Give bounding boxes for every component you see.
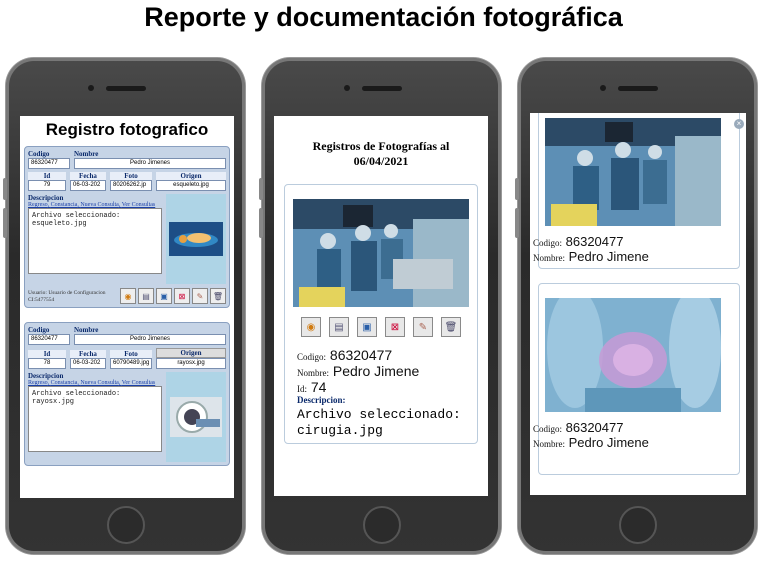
id-value: 74 bbox=[310, 379, 327, 395]
image-icon[interactable]: ▣ bbox=[357, 317, 377, 337]
edit-icon[interactable]: ✎ bbox=[413, 317, 433, 337]
skeleton-thumbnail bbox=[166, 194, 226, 284]
nombre-label: Nombre bbox=[74, 150, 99, 158]
image-icon[interactable]: ▣ bbox=[156, 288, 172, 304]
codigo-label: Codigo: bbox=[297, 352, 327, 362]
fecha-label: Fecha bbox=[70, 172, 106, 180]
nombre-label: Nombre: bbox=[533, 253, 565, 263]
codigo-label: Codigo: bbox=[533, 424, 563, 434]
registro-title: Registro fotografico bbox=[45, 120, 209, 139]
origen-label: Origen bbox=[156, 348, 226, 358]
print-icon[interactable]: ▤ bbox=[138, 288, 154, 304]
id-field[interactable]: 78 bbox=[28, 358, 66, 369]
codigo-label: Codigo bbox=[28, 326, 50, 334]
foto-label: Foto bbox=[110, 350, 152, 358]
id-label: Id bbox=[28, 350, 66, 358]
nombre-value: Pedro Jimene bbox=[568, 249, 649, 264]
page-title: Reporte y documentación fotográfica bbox=[144, 2, 623, 32]
home-button[interactable] bbox=[362, 506, 401, 544]
nombre-field[interactable]: Pedro Jimenes bbox=[74, 334, 226, 345]
phone-middle-screen: Registros de Fotografías al 06/04/2021 ◉… bbox=[274, 116, 488, 496]
codigo-value: 86320477 bbox=[565, 234, 624, 249]
home-button[interactable] bbox=[618, 506, 657, 544]
origen-field[interactable]: rayosx.jpg bbox=[156, 358, 226, 369]
nombre-value: Pedro Jimene bbox=[332, 363, 420, 379]
surgery-photo bbox=[293, 199, 469, 307]
id-label: Id bbox=[28, 172, 66, 180]
regreso-link[interactable]: Regreso bbox=[28, 202, 48, 208]
nueva-consulta-link[interactable]: Nueva Consulta bbox=[80, 380, 119, 386]
fecha-field[interactable]: 06-03-202 bbox=[70, 180, 106, 191]
delete-image-icon[interactable]: ⊠ bbox=[385, 317, 405, 337]
speaker bbox=[361, 86, 402, 91]
print-icon[interactable]: ▤ bbox=[329, 317, 349, 337]
phone-left-screen: Registro fotografico Codigo 86320477 Nom… bbox=[20, 116, 234, 498]
record-card: Codigo 86320477 Nombre Pedro Jimenes Id … bbox=[24, 322, 230, 466]
xray-thumbnail bbox=[166, 372, 226, 462]
nombre-value: Pedro Jimene bbox=[568, 435, 649, 450]
codigo-value: 86320477 bbox=[329, 347, 393, 363]
delete-image-icon[interactable]: ⊠ bbox=[174, 288, 190, 304]
nombre-label: Nombre: bbox=[297, 368, 329, 378]
registros-title: Registros de Fotografías al 06/04/2021 bbox=[312, 139, 450, 168]
origen-field[interactable]: esqueleto.jpg bbox=[156, 180, 226, 191]
constancia-link[interactable]: Constancia bbox=[51, 380, 78, 386]
brain-surgery-photo bbox=[545, 288, 733, 412]
phone-right-screen: Codigo: 86320477 Nombre: Pedro Jimene × … bbox=[530, 113, 746, 495]
action-toolbar: ◉ ▤ ▣ ⊠ ✎ 🗑 bbox=[289, 317, 473, 337]
id-field[interactable]: 79 bbox=[28, 180, 66, 191]
close-icon[interactable]: × bbox=[734, 119, 744, 129]
phone-right: Codigo: 86320477 Nombre: Pedro Jimene × … bbox=[515, 58, 757, 554]
ver-consultas-link[interactable]: Ver Consultas bbox=[122, 380, 156, 386]
foto-label: Foto bbox=[110, 172, 152, 180]
regreso-link[interactable]: Regreso bbox=[28, 380, 48, 386]
fecha-label: Fecha bbox=[70, 350, 106, 358]
constancia-link[interactable]: Constancia bbox=[51, 202, 78, 208]
trash-icon[interactable]: 🗑 bbox=[210, 288, 226, 304]
descripcion-textarea[interactable]: Archivo seleccionado: rayosx.jpg bbox=[28, 386, 162, 452]
codigo-field[interactable]: 86320477 bbox=[28, 158, 70, 169]
constancia-icon[interactable]: ◉ bbox=[120, 288, 136, 304]
record-card: Codigo 86320477 Nombre Pedro Jimenes Id … bbox=[24, 146, 230, 308]
phone-middle: Registros de Fotografías al 06/04/2021 ◉… bbox=[259, 58, 501, 554]
origen-label: Origen bbox=[156, 172, 226, 180]
surgery-photo bbox=[545, 118, 733, 226]
nombre-label: Nombre bbox=[74, 326, 99, 334]
phone-left: Registro fotografico Codigo 86320477 Nom… bbox=[3, 58, 245, 554]
fecha-field[interactable]: 06-03-202 bbox=[70, 358, 106, 369]
usuario-text: Usuario: Usuario de Configuracion CI:547… bbox=[28, 290, 106, 303]
photo-record-card: Codigo: 86320477 Nombre: Pedro Jimene bbox=[533, 113, 740, 269]
codigo-label: Codigo: bbox=[533, 238, 563, 248]
photo-record-card: Codigo: 86320477 Nombre: Pedro Jimene bbox=[533, 283, 740, 475]
descripcion-label: Descripcion bbox=[28, 372, 64, 380]
nueva-consulta-link[interactable]: Nueva Consulta bbox=[80, 202, 119, 208]
photo-record-card: ◉ ▤ ▣ ⊠ ✎ 🗑 Codigo: 86320477 Nombre: Ped… bbox=[284, 184, 478, 444]
nombre-field[interactable]: Pedro Jimenes bbox=[74, 158, 226, 169]
foto-field[interactable]: 60790489.jpg bbox=[110, 358, 152, 369]
constancia-icon[interactable]: ◉ bbox=[301, 317, 321, 337]
codigo-field[interactable]: 86320477 bbox=[28, 334, 70, 345]
descripcion-text: Archivo seleccionado: cirugia.jpg bbox=[297, 407, 461, 438]
speaker bbox=[105, 86, 146, 91]
foto-field[interactable]: 80206262.jp bbox=[110, 180, 152, 191]
codigo-value: 86320477 bbox=[565, 420, 624, 435]
id-label: Id: bbox=[297, 384, 307, 394]
ver-consultas-link[interactable]: Ver Consultas bbox=[122, 202, 156, 208]
speaker bbox=[617, 86, 658, 91]
home-button[interactable] bbox=[106, 506, 145, 544]
trash-icon[interactable]: 🗑 bbox=[441, 317, 461, 337]
codigo-label: Codigo bbox=[28, 150, 50, 158]
descripcion-textarea[interactable]: Archivo seleccionado: esqueleto.jpg bbox=[28, 208, 162, 274]
descripcion-label: Descripcion bbox=[28, 194, 64, 202]
edit-icon[interactable]: ✎ bbox=[192, 288, 208, 304]
nombre-label: Nombre: bbox=[533, 439, 565, 449]
descripcion-label: Descripcion: bbox=[297, 395, 346, 405]
